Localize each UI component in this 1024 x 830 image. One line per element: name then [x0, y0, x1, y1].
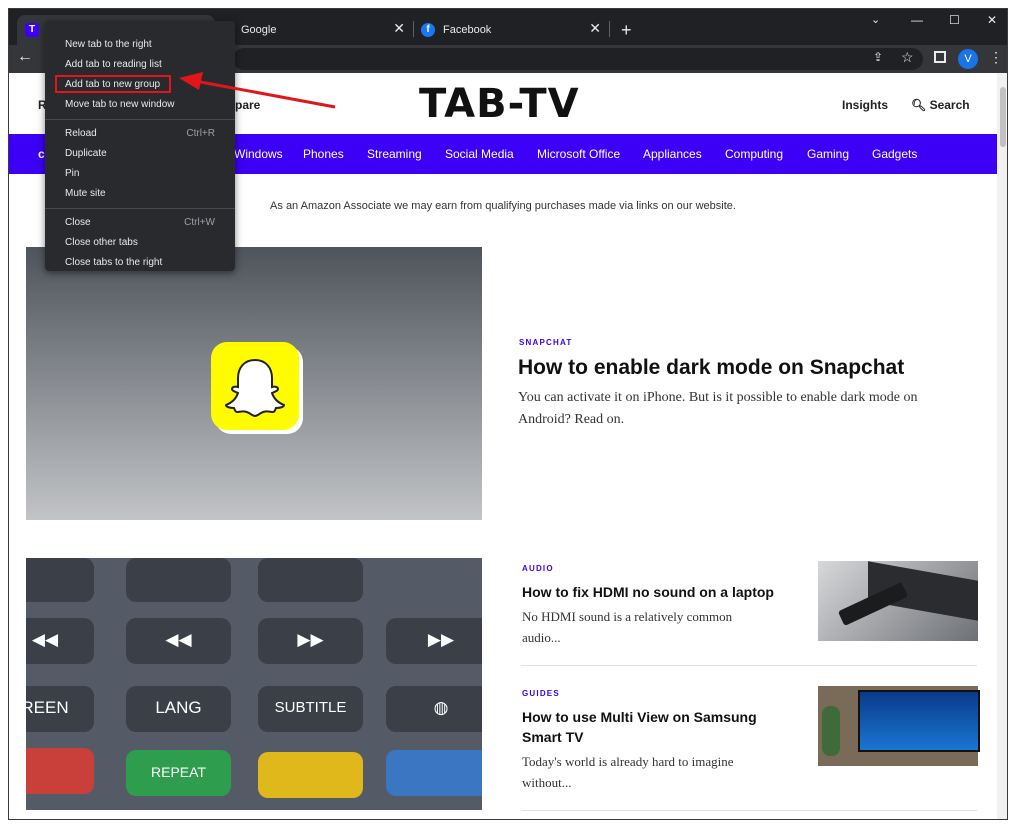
scrollbar[interactable] [997, 73, 1007, 819]
maximize-icon[interactable]: ☐ [949, 13, 960, 27]
article-title[interactable]: Smart TV [522, 729, 583, 745]
facebook-icon: f [421, 23, 435, 37]
article-category[interactable]: GUIDES [522, 689, 560, 698]
featured-title[interactable]: How to enable dark mode on Snapchat [518, 356, 904, 380]
featured-desc-line: You can activate it on iPhone. But is it… [518, 390, 918, 405]
tab-facebook[interactable]: f Facebook ✕ [419, 15, 609, 45]
nav-item-microsoft-office[interactable]: Microsoft Office [537, 147, 620, 161]
header-link-insights[interactable]: Insights [842, 98, 888, 112]
yellow-key [258, 752, 363, 798]
menu-item-close[interactable]: Close [65, 217, 91, 228]
menu-separator [45, 208, 235, 209]
tab-tv-favicon-icon: T [25, 23, 39, 37]
snapchat-logo-icon [211, 342, 299, 430]
address-bar[interactable] [233, 48, 923, 70]
remote-key [126, 558, 231, 602]
back-arrow-icon[interactable]: ← [17, 48, 33, 66]
plant-shape [822, 706, 840, 756]
remote-key-label: LANG [126, 686, 231, 732]
tab-search-icon[interactable]: ⌄ [871, 13, 880, 26]
close-icon[interactable]: ✕ [393, 20, 405, 37]
scrollbar-thumb[interactable] [1000, 87, 1006, 147]
nav-item-gaming[interactable]: Gaming [807, 147, 849, 161]
menu-item-pin[interactable]: Pin [65, 168, 79, 179]
search-icon: 🔍︎ [911, 98, 927, 112]
rewind-key: ◀◀ [126, 618, 231, 664]
featured-desc-line: Android? Read on. [518, 412, 625, 427]
article-title[interactable]: How to fix HDMI no sound on a laptop [522, 584, 774, 600]
menu-item-mute-site[interactable]: Mute site [65, 188, 106, 199]
menu-item-new-tab-right[interactable]: New tab to the right [65, 39, 152, 50]
nav-item-streaming[interactable]: Streaming [367, 147, 422, 161]
highlight-box [55, 75, 171, 93]
more-menu-icon[interactable]: ⋮ [989, 49, 1003, 66]
tab-facebook-label: Facebook [443, 24, 492, 36]
tab-google[interactable]: Google ✕ [223, 15, 413, 45]
search-label: Search [929, 98, 970, 112]
article-desc-line: No HDMI sound is a relatively common [522, 609, 733, 624]
close-icon[interactable]: ✕ [589, 20, 601, 37]
globe-key-icon: ◍ [386, 686, 482, 732]
close-window-icon[interactable]: ✕ [987, 13, 997, 27]
tab-context-menu: New tab to the right Add tab to reading … [45, 21, 235, 271]
tab-separator [609, 21, 610, 37]
menu-item-close-tabs-right[interactable]: Close tabs to the right [65, 257, 162, 268]
nav-item-windows[interactable]: Windows [234, 147, 283, 161]
samsung-tv-thumbnail[interactable] [818, 686, 980, 766]
side-panel-icon[interactable] [934, 51, 946, 63]
blue-key [386, 750, 482, 796]
menu-item-duplicate[interactable]: Duplicate [65, 148, 107, 159]
search-button[interactable]: 🔍︎ Search [911, 98, 970, 112]
nav-item-partial[interactable]: c [38, 147, 45, 161]
tab-google-label: Google [241, 24, 277, 36]
share-icon[interactable]: ⇪ [873, 50, 883, 64]
menu-item-move-tab-new-window[interactable]: Move tab to new window [65, 99, 175, 110]
article-divider [521, 810, 977, 811]
rewind-key: ◀◀ [26, 618, 94, 664]
reload-shortcut: Ctrl+R [186, 128, 215, 139]
close-shortcut: Ctrl+W [184, 217, 215, 228]
remote-key [26, 558, 94, 602]
tab-separator [413, 21, 414, 37]
nav-item-appliances[interactable]: Appliances [643, 147, 702, 161]
remote-control-image[interactable]: ◀◀ ◀◀ ▶▶ ▶▶ REEN LANG SUBTITLE ◍ REPEAT [26, 558, 482, 810]
site-logo[interactable]: TAB-TV [419, 81, 580, 127]
remote-key-label: REPEAT [126, 750, 231, 796]
nav-item-phones[interactable]: Phones [303, 147, 344, 161]
menu-separator [45, 119, 235, 120]
article-divider [521, 665, 977, 666]
red-key [26, 748, 94, 794]
menu-item-reload[interactable]: Reload [65, 128, 97, 139]
tv-screen-shape [858, 690, 980, 752]
forward-key: ▶▶ [386, 618, 482, 664]
hdmi-laptop-thumbnail[interactable] [818, 561, 978, 641]
nav-item-computing[interactable]: Computing [725, 147, 783, 161]
menu-item-add-to-reading-list[interactable]: Add tab to reading list [65, 59, 162, 70]
featured-category[interactable]: SNAPCHAT [519, 338, 572, 347]
new-tab-button[interactable]: + [621, 15, 632, 45]
featured-image[interactable] [26, 247, 482, 520]
article-category[interactable]: AUDIO [522, 564, 554, 573]
article-desc-line: audio... [522, 630, 561, 645]
browser-window: T Google ✕ f Facebook ✕ + ⌄ — ☐ ✕ ← ⇪ ☆ … [8, 8, 1008, 820]
star-icon[interactable]: ☆ [901, 49, 914, 66]
nav-item-social-media[interactable]: Social Media [445, 147, 514, 161]
annotation-arrow-icon [179, 72, 336, 109]
forward-key: ▶▶ [258, 618, 363, 664]
menu-item-close-other-tabs[interactable]: Close other tabs [65, 237, 138, 248]
remote-key [258, 558, 363, 602]
article-desc-line: Today's world is already hard to imagine [522, 754, 734, 769]
profile-avatar[interactable]: V [958, 49, 978, 69]
remote-key-label: REEN [26, 686, 94, 732]
minimize-icon[interactable]: — [911, 13, 923, 27]
nav-item-gadgets[interactable]: Gadgets [872, 147, 917, 161]
article-desc-line: without... [522, 775, 572, 790]
article-title[interactable]: How to use Multi View on Samsung [522, 709, 757, 725]
remote-key-label: SUBTITLE [258, 686, 363, 732]
